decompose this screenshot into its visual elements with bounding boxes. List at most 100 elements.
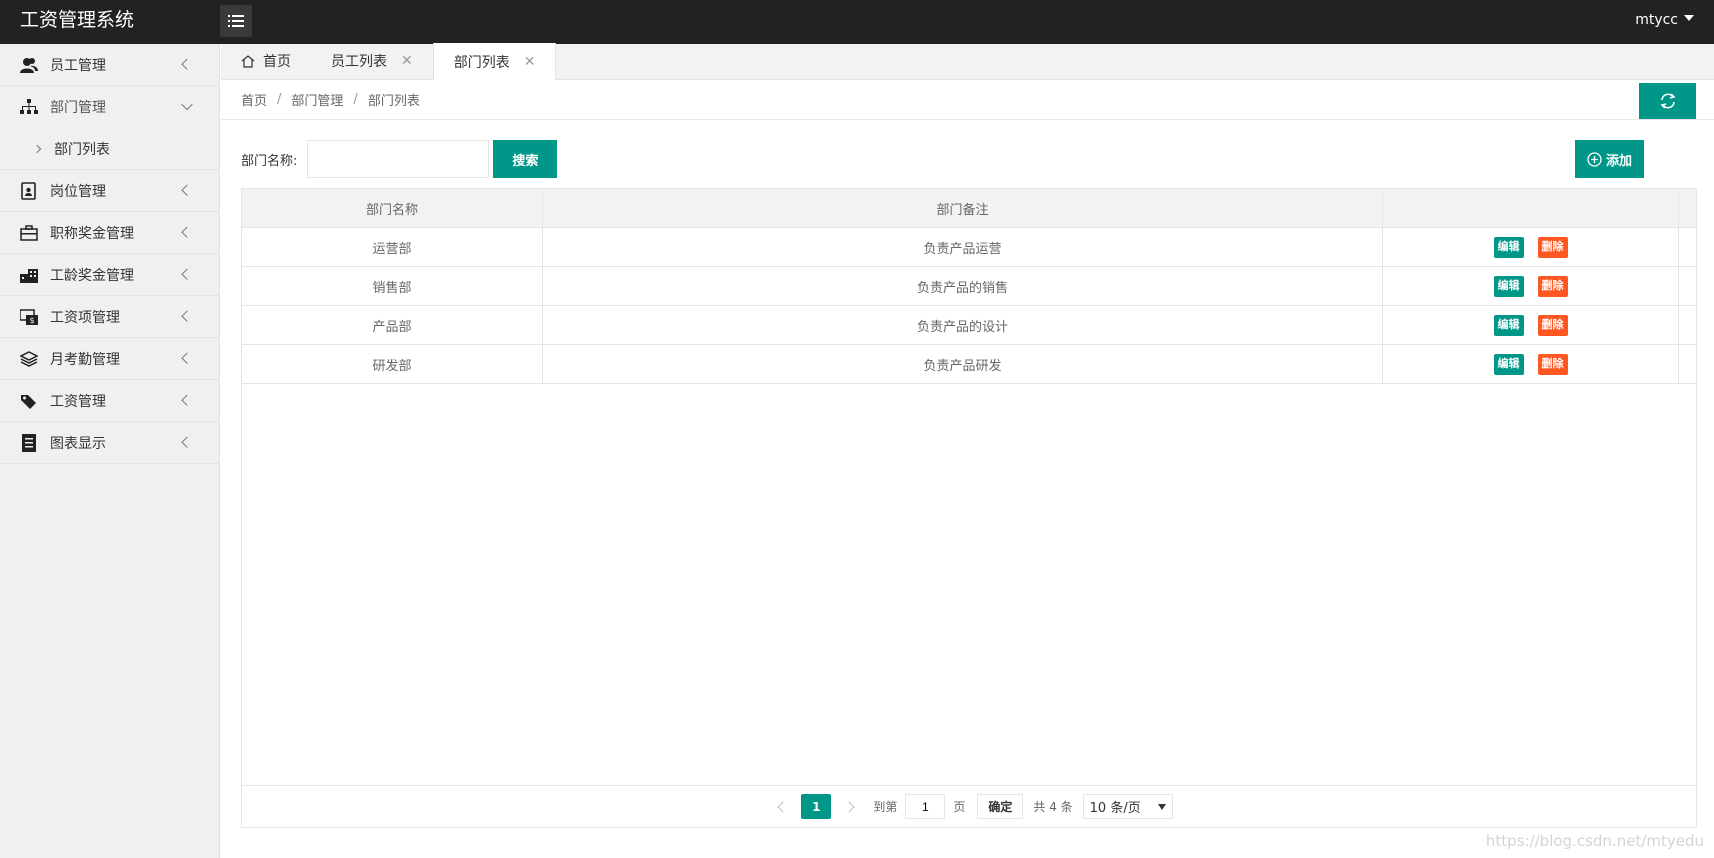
table-row: 产品部 负责产品的设计 编辑 删除 — [242, 306, 1696, 345]
sidebar-item-label: 工龄奖金管理 — [50, 267, 134, 284]
app-title: 工资管理系统 — [20, 9, 135, 31]
sitemap-icon — [20, 98, 38, 116]
sidebar-item-salary[interactable]: 工资管理 — [0, 380, 219, 422]
delete-button[interactable]: 删除 — [1537, 314, 1568, 336]
current-page[interactable]: 1 — [801, 794, 832, 819]
table-row: 研发部 负责产品研发 编辑 删除 — [242, 345, 1696, 384]
goto-confirm-button[interactable]: 确定 — [977, 794, 1024, 819]
svg-text:$: $ — [29, 316, 34, 325]
page-size-select[interactable]: 10 条/页 — [1082, 794, 1173, 819]
cell-spacer — [1679, 228, 1696, 266]
sidebar-item-seniority-bonus[interactable]: 工龄奖金管理 — [0, 254, 219, 296]
breadcrumb-item[interactable]: 部门管理 — [291, 90, 343, 109]
column-header[interactable]: 部门备注 — [543, 189, 1383, 227]
chevron-down-icon — [181, 98, 193, 111]
add-button[interactable]: 添加 — [1575, 140, 1644, 178]
chevron-right-icon — [32, 144, 42, 153]
layers-icon — [20, 350, 38, 368]
cell-dept-note: 负责产品研发 — [543, 345, 1383, 383]
table-row: 运营部 负责产品运营 编辑 删除 — [242, 228, 1696, 267]
sidebar-item-positions[interactable]: 岗位管理 — [0, 170, 219, 212]
chevron-left-icon — [181, 394, 193, 406]
chevron-left-icon — [181, 436, 193, 448]
sidebar: 员工管理 部门管理 部门列表 岗位管理 职称奖金管理 工龄奖金管理 $ 工资项管… — [0, 44, 220, 858]
menu-toggle-button[interactable] — [220, 5, 252, 37]
chevron-left-icon — [181, 184, 193, 196]
cell-spacer — [1679, 306, 1696, 344]
username: mtycc — [1635, 12, 1678, 28]
edit-button[interactable]: 编辑 — [1493, 236, 1524, 258]
column-header[interactable]: 部门名称 — [242, 189, 543, 227]
cell-actions: 编辑 删除 — [1383, 267, 1679, 305]
cell-dept-note: 负责产品的销售 — [543, 267, 1383, 305]
next-page-icon[interactable] — [843, 800, 856, 813]
table-header: 部门名称 部门备注 — [242, 189, 1696, 228]
chevron-left-icon — [181, 310, 193, 322]
tab-bar: 首页 员工列表 ✕ 部门列表 ✕ — [221, 43, 1714, 80]
sidebar-item-label: 岗位管理 — [50, 183, 106, 200]
dropdown-arrow-icon — [1157, 803, 1166, 810]
search-button[interactable]: 搜索 — [493, 140, 558, 178]
sidebar-item-label: 部门管理 — [50, 100, 106, 116]
tags-icon — [20, 392, 38, 410]
cell-dept-note: 负责产品运营 — [543, 228, 1383, 266]
users-icon — [20, 56, 38, 74]
sidebar-subitem-label: 部门列表 — [54, 141, 110, 158]
refresh-button[interactable] — [1639, 83, 1696, 119]
cell-actions: 编辑 删除 — [1383, 306, 1679, 344]
chevron-left-icon — [181, 268, 193, 280]
cell-spacer — [1679, 267, 1696, 305]
chevron-left-icon — [181, 226, 193, 238]
breadcrumb-separator: / — [277, 92, 282, 107]
search-row: 部门名称: 搜索 — [241, 140, 558, 178]
chevron-left-icon — [181, 352, 193, 364]
delete-button[interactable]: 删除 — [1537, 236, 1568, 258]
refresh-icon — [1659, 93, 1676, 109]
tab-label: 部门列表 — [453, 54, 510, 71]
user-menu[interactable]: mtycc — [1635, 0, 1694, 40]
tab-department-list[interactable]: 部门列表 ✕ — [432, 43, 557, 80]
breadcrumb-separator: / — [353, 92, 358, 107]
breadcrumb-item[interactable]: 首页 — [241, 90, 267, 109]
building-icon — [20, 266, 38, 284]
receipt-icon — [20, 433, 38, 452]
cell-dept-name: 研发部 — [242, 345, 543, 383]
sidebar-item-charts[interactable]: 图表显示 — [0, 422, 219, 464]
column-header — [1383, 189, 1679, 227]
tab-home[interactable]: 首页 — [221, 43, 311, 79]
sidebar-item-employees[interactable]: 员工管理 — [0, 44, 219, 86]
sidebar-item-salary-items[interactable]: $ 工资项管理 — [0, 296, 219, 338]
edit-button[interactable]: 编辑 — [1493, 353, 1524, 375]
sidebar-item-label: 图表显示 — [50, 435, 106, 452]
sidebar-item-departments[interactable]: 部门管理 — [0, 86, 219, 128]
cell-dept-note: 负责产品的设计 — [543, 306, 1383, 344]
column-header-spacer — [1679, 189, 1696, 227]
delete-button[interactable]: 删除 — [1537, 353, 1568, 375]
sidebar-item-title-bonus[interactable]: 职称奖金管理 — [0, 212, 219, 254]
watermark: https://blog.csdn.net/mtyedu — [1485, 832, 1704, 850]
tab-employee-list[interactable]: 员工列表 ✕ — [311, 43, 433, 79]
close-icon[interactable]: ✕ — [401, 53, 413, 69]
sidebar-subitem-department-list[interactable]: 部门列表 — [0, 128, 219, 170]
department-table: 部门名称 部门备注 运营部 负责产品运营 编辑 删除 销售部 负责产品的销售 编… — [241, 188, 1697, 828]
cell-dept-name: 运营部 — [242, 228, 543, 266]
prev-page-icon[interactable] — [777, 800, 790, 813]
money-icon: $ — [20, 308, 38, 326]
briefcase-icon — [20, 224, 38, 242]
edit-button[interactable]: 编辑 — [1493, 314, 1524, 336]
table-row: 销售部 负责产品的销售 编辑 删除 — [242, 267, 1696, 306]
top-header: 工资管理系统 mtycc — [0, 0, 1714, 44]
goto-page-input[interactable] — [905, 794, 946, 819]
sidebar-item-attendance[interactable]: 月考勤管理 — [0, 338, 219, 380]
close-icon[interactable]: ✕ — [524, 54, 536, 70]
sidebar-item-label: 工资项管理 — [50, 309, 120, 326]
sidebar-item-label: 工资管理 — [50, 393, 106, 410]
department-name-input[interactable] — [307, 140, 490, 178]
search-label: 部门名称: — [241, 153, 298, 169]
cell-spacer — [1679, 345, 1696, 383]
page-label: 页 — [953, 800, 966, 814]
goto-label: 到第 — [873, 800, 898, 814]
home-icon — [241, 54, 255, 68]
delete-button[interactable]: 删除 — [1537, 275, 1568, 297]
edit-button[interactable]: 编辑 — [1493, 275, 1524, 297]
